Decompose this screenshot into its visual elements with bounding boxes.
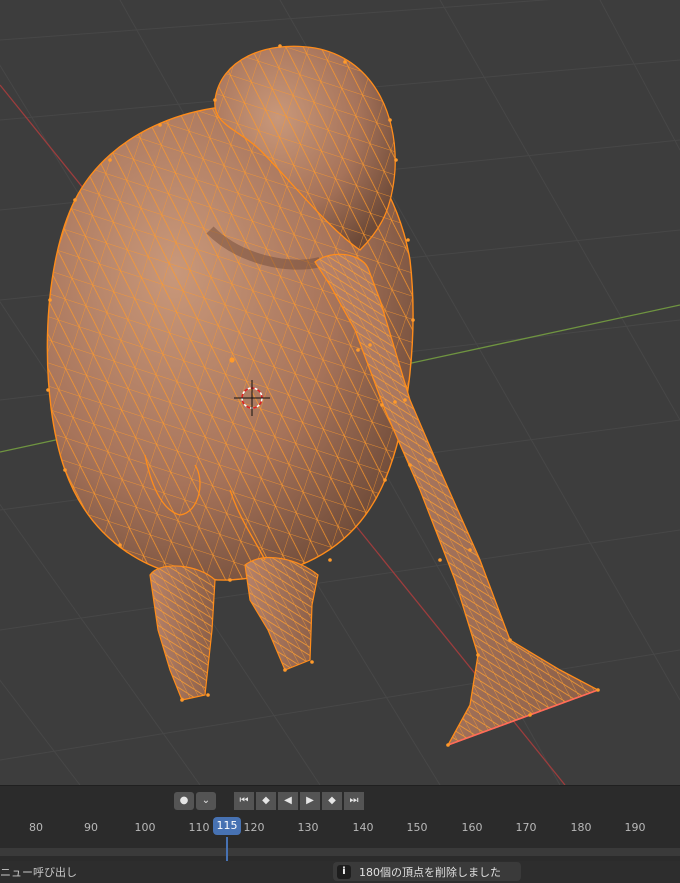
record-options-chevron-icon[interactable]: ⌄	[196, 792, 216, 810]
status-bar: ニュー呼び出し i 180個の頂点を削除しました	[0, 861, 680, 883]
frame-tick: 100	[134, 821, 156, 834]
frame-tick: 110	[188, 821, 210, 834]
frame-ruler[interactable]: 80 90 100 110 120 130 140 150 160 170 18…	[0, 816, 680, 838]
frame-tick: 160	[461, 821, 483, 834]
play-icon[interactable]: ▶	[300, 792, 320, 810]
frame-tick: 120	[243, 821, 265, 834]
selected-mesh[interactable]	[46, 45, 600, 747]
status-hint-text: ニュー呼び出し	[0, 866, 77, 879]
playback-controls: ● ⌄ ⏮ ◆ ◀ ▶ ◆ ⏭	[174, 792, 364, 810]
jump-to-start-icon[interactable]: ⏮	[234, 792, 254, 810]
current-frame-indicator[interactable]: 115	[213, 817, 241, 835]
jump-to-next-keyframe-icon[interactable]: ◆	[322, 792, 342, 810]
timeline-scrub-area[interactable]	[0, 848, 680, 856]
record-icon[interactable]: ●	[174, 792, 194, 810]
frame-tick: 80	[29, 821, 43, 834]
frame-tick: 170	[515, 821, 537, 834]
playhead-line	[226, 837, 228, 862]
frame-tick: 90	[84, 821, 98, 834]
viewport-canvas[interactable]	[0, 0, 680, 785]
frame-tick: 150	[406, 821, 428, 834]
3d-viewport[interactable]	[0, 0, 680, 785]
jump-to-end-icon[interactable]: ⏭	[344, 792, 364, 810]
timeline-editor: ● ⌄ ⏮ ◆ ◀ ▶ ◆ ⏭ 80 90 100 110 120 130 14…	[0, 785, 680, 862]
jump-to-prev-keyframe-icon[interactable]: ◆	[256, 792, 276, 810]
report-text: 180個の頂点を削除しました	[359, 865, 501, 879]
frame-tick: 130	[297, 821, 319, 834]
frame-tick: 180	[570, 821, 592, 834]
frame-tick: 140	[352, 821, 374, 834]
play-reverse-icon[interactable]: ◀	[278, 792, 298, 810]
info-icon: i	[337, 864, 351, 879]
frame-tick: 190	[624, 821, 646, 834]
report-message[interactable]: i 180個の頂点を削除しました	[333, 862, 521, 881]
